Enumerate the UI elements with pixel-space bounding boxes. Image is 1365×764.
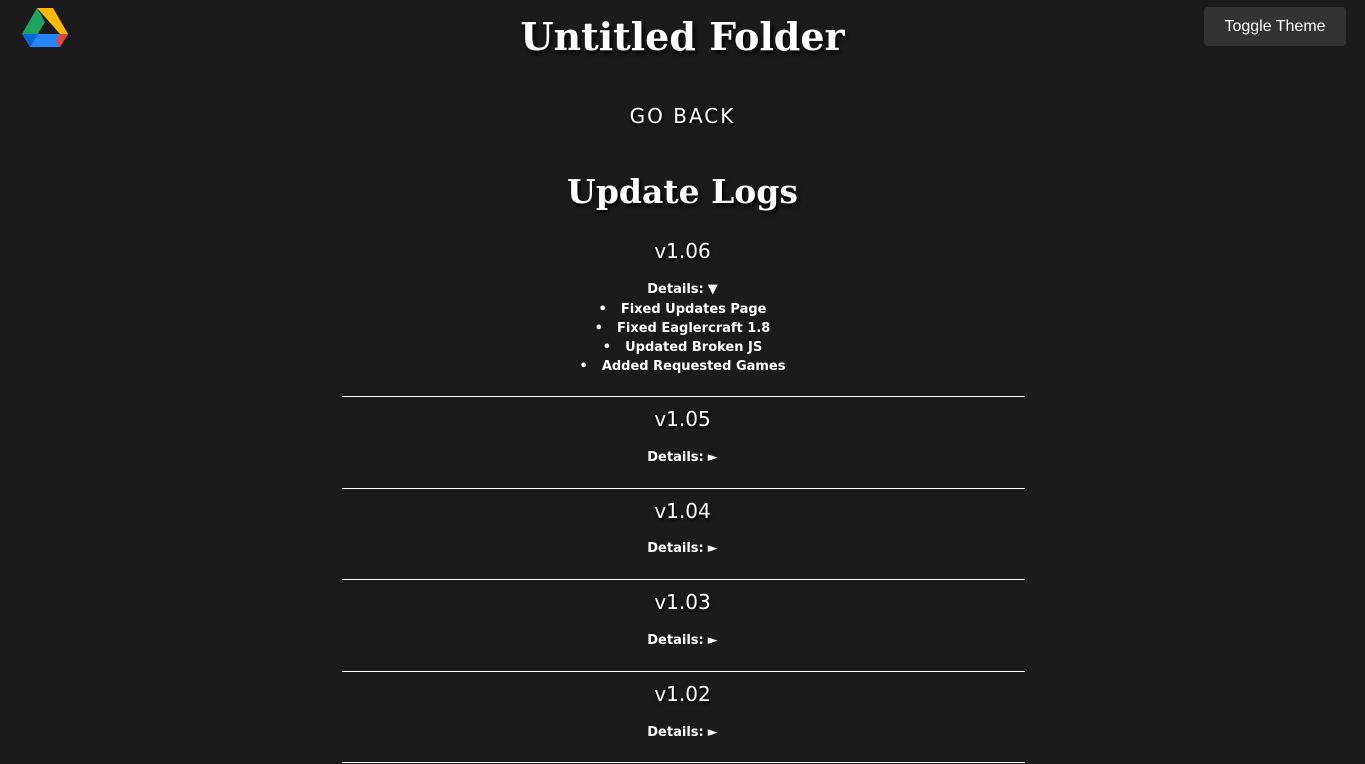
version-heading-v1-03: v1.03 xyxy=(654,590,711,614)
divider xyxy=(342,488,1025,489)
bullet-icon: • xyxy=(594,321,603,336)
details-toggle-v1-04[interactable]: Details: ► xyxy=(0,540,1365,558)
go-back-link[interactable]: GO BACK xyxy=(0,103,1365,129)
version-heading-v1-06: v1.06 xyxy=(654,239,711,263)
details-toggle-v1-02[interactable]: Details: ► xyxy=(0,724,1365,742)
list-item-text: Updated Broken JS xyxy=(625,340,763,355)
divider xyxy=(342,579,1025,580)
chevron-right-icon: ► xyxy=(707,633,718,648)
details-label: Details: xyxy=(647,282,704,297)
bullet-icon: • xyxy=(598,302,607,317)
chevron-right-icon: ► xyxy=(707,450,718,465)
bullet-icon: • xyxy=(579,359,588,374)
details-label: Details: xyxy=(647,725,704,740)
version-heading-v1-05: v1.05 xyxy=(654,407,711,431)
list-item-text: Fixed Eaglercraft 1.8 xyxy=(616,321,771,336)
list-item: • Updated Broken JS xyxy=(0,338,1365,357)
details-toggle-v1-05[interactable]: Details: ► xyxy=(0,449,1365,467)
details-toggle-v1-06[interactable]: Details: ▼ xyxy=(0,281,1365,299)
divider xyxy=(342,762,1025,763)
page: Untitled Folder Toggle Theme GO BACK Upd… xyxy=(0,0,1365,764)
list-item: • Fixed Eaglercraft 1.8 xyxy=(0,319,1365,338)
change-list-v1-06: • Fixed Updates Page • Fixed Eaglercraft 1… xyxy=(0,300,1365,376)
details-label: Details: xyxy=(647,633,704,648)
details-toggle-v1-03[interactable]: Details: ► xyxy=(0,632,1365,650)
chevron-right-icon: ► xyxy=(707,541,718,556)
page-title: Untitled Folder xyxy=(520,14,845,59)
details-label: Details: xyxy=(647,541,704,556)
version-heading-v1-04: v1.04 xyxy=(654,499,711,523)
section-title: Update Logs xyxy=(567,172,798,211)
list-item: • Fixed Updates Page xyxy=(0,300,1365,319)
bullet-icon: • xyxy=(602,340,612,355)
divider xyxy=(342,396,1025,397)
toggle-theme-button[interactable]: Toggle Theme xyxy=(1204,7,1346,46)
version-heading-v1-02: v1.02 xyxy=(654,682,711,706)
list-item: • Added Requested Games xyxy=(0,357,1365,376)
chevron-right-icon: ► xyxy=(707,725,718,740)
details-label: Details: xyxy=(647,450,704,465)
list-item-text: Fixed Updates Page xyxy=(620,302,767,317)
chevron-down-icon: ▼ xyxy=(707,282,718,297)
list-item-text: Added Requested Games xyxy=(601,359,786,374)
divider xyxy=(342,671,1025,672)
